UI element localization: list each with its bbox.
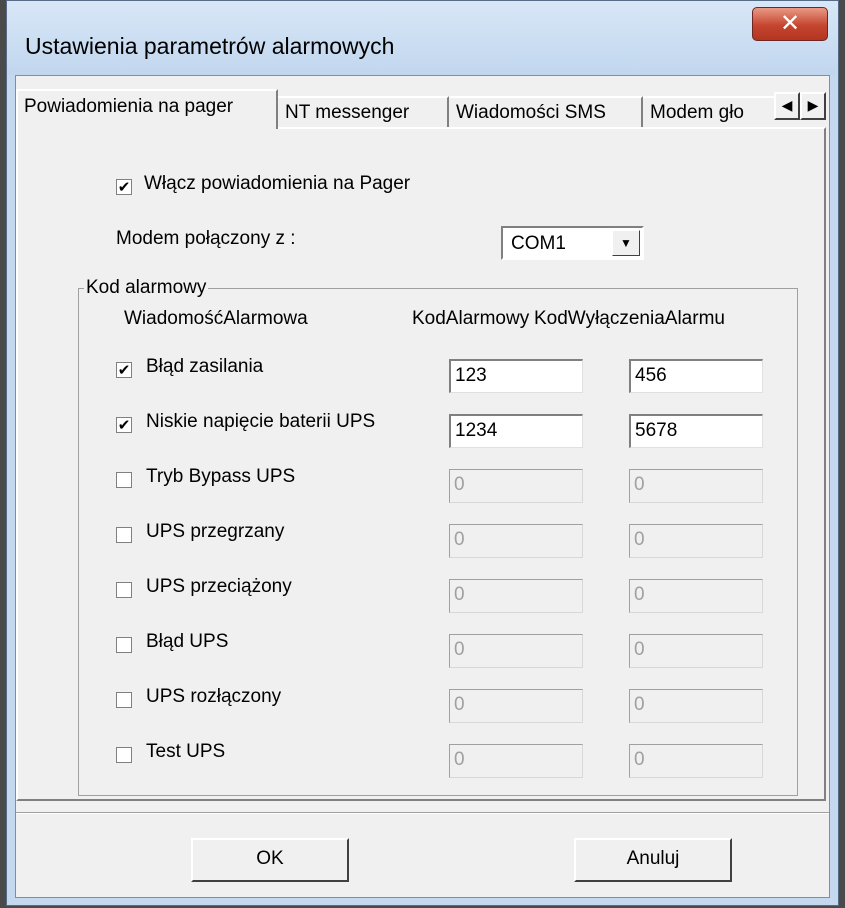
alarm-row-label: Test UPS xyxy=(146,741,226,762)
modem-label: Modem połączony z : xyxy=(116,228,296,249)
alarm-row-label: Błąd zasilania xyxy=(146,356,264,377)
alarm-off-code-input: 0 xyxy=(629,689,763,723)
check-icon: ✔ xyxy=(117,361,131,379)
alarm-code-input: 0 xyxy=(449,579,583,613)
alarm-off-code-input[interactable]: 5678 xyxy=(629,414,763,448)
enable-pager-label: Włącz powiadomienia na Pager xyxy=(144,173,411,194)
window-title: Ustawienia parametrów alarmowych xyxy=(25,33,395,59)
arrow-left-icon: ◀ xyxy=(781,97,793,113)
dialog-client-area: Powiadomienia na pager NT messenger Wiad… xyxy=(15,75,830,898)
alarm-row-checkbox[interactable] xyxy=(116,527,132,543)
close-icon: ✕ xyxy=(779,9,801,37)
alarm-row-label: UPS przegrzany xyxy=(146,521,285,542)
alarm-row-checkbox[interactable] xyxy=(116,692,132,708)
alarm-row-checkbox[interactable]: ✔ xyxy=(116,417,132,433)
alarm-row-checkbox[interactable] xyxy=(116,582,132,598)
alarm-row-label: Błąd UPS xyxy=(146,631,229,652)
alarm-row-checkbox[interactable] xyxy=(116,747,132,763)
alarm-off-code-input: 0 xyxy=(629,524,763,558)
alarm-row-label: Tryb Bypass UPS xyxy=(146,466,296,487)
alarm-off-code-input: 0 xyxy=(629,579,763,613)
modem-port-value: COM1 xyxy=(511,233,566,254)
alarm-off-code-input: 0 xyxy=(629,634,763,668)
divider xyxy=(16,812,829,814)
alarm-off-code-input: 0 xyxy=(629,469,763,503)
column-header-code: KodAlarmowy xyxy=(412,308,530,329)
alarm-off-code-input[interactable]: 456 xyxy=(629,359,763,393)
alarm-settings-dialog: Ustawienia parametrów alarmowych ✕ Powia… xyxy=(6,0,839,906)
enable-pager-checkbox[interactable]: ✔ xyxy=(116,179,132,195)
tab-scroll-right-button[interactable]: ▶ xyxy=(800,92,826,120)
alarm-code-input: 0 xyxy=(449,689,583,723)
alarm-row-checkbox[interactable]: ✔ xyxy=(116,362,132,378)
column-header-message: WiadomośćAlarmowa xyxy=(124,308,308,329)
tab-scroll-left-button[interactable]: ◀ xyxy=(774,92,800,120)
tab-pager[interactable]: Powiadomienia na pager xyxy=(16,89,278,129)
alarm-off-code-input: 0 xyxy=(629,744,763,778)
alarm-row-label: UPS rozłączony xyxy=(146,686,282,707)
tab-sms[interactable]: Wiadomości SMS xyxy=(449,96,643,127)
tab-nt-messenger[interactable]: NT messenger xyxy=(278,96,449,127)
ok-button[interactable]: OK xyxy=(191,838,349,882)
title-bar[interactable]: Ustawienia parametrów alarmowych ✕ xyxy=(7,1,838,75)
modem-port-select[interactable]: COM1 ▼ xyxy=(501,226,644,260)
alarm-row-label: Niskie napięcie baterii UPS xyxy=(146,411,376,432)
check-icon: ✔ xyxy=(117,178,131,196)
alarm-row-label: UPS przeciążony xyxy=(146,576,292,597)
alarm-code-input[interactable]: 1234 xyxy=(449,414,583,448)
alarm-row-checkbox[interactable] xyxy=(116,472,132,488)
close-button[interactable]: ✕ xyxy=(752,7,828,41)
dropdown-arrow-icon[interactable]: ▼ xyxy=(612,230,640,256)
check-icon: ✔ xyxy=(117,416,131,434)
alarm-code-input: 0 xyxy=(449,469,583,503)
column-header-off-code: KodWyłączeniaAlarmu xyxy=(534,308,725,329)
alarm-row-checkbox[interactable] xyxy=(116,637,132,653)
alarm-code-group-title: Kod alarmowy xyxy=(84,277,209,299)
tab-strip: Powiadomienia na pager NT messenger Wiad… xyxy=(16,76,829,129)
alarm-code-input[interactable]: 123 xyxy=(449,359,583,393)
alarm-code-input: 0 xyxy=(449,634,583,668)
alarm-code-input: 0 xyxy=(449,524,583,558)
arrow-right-icon: ▶ xyxy=(807,97,819,113)
tab-voice-modem[interactable]: Modem gło xyxy=(643,96,777,127)
alarm-code-input: 0 xyxy=(449,744,583,778)
cancel-button[interactable]: Anuluj xyxy=(574,838,732,882)
